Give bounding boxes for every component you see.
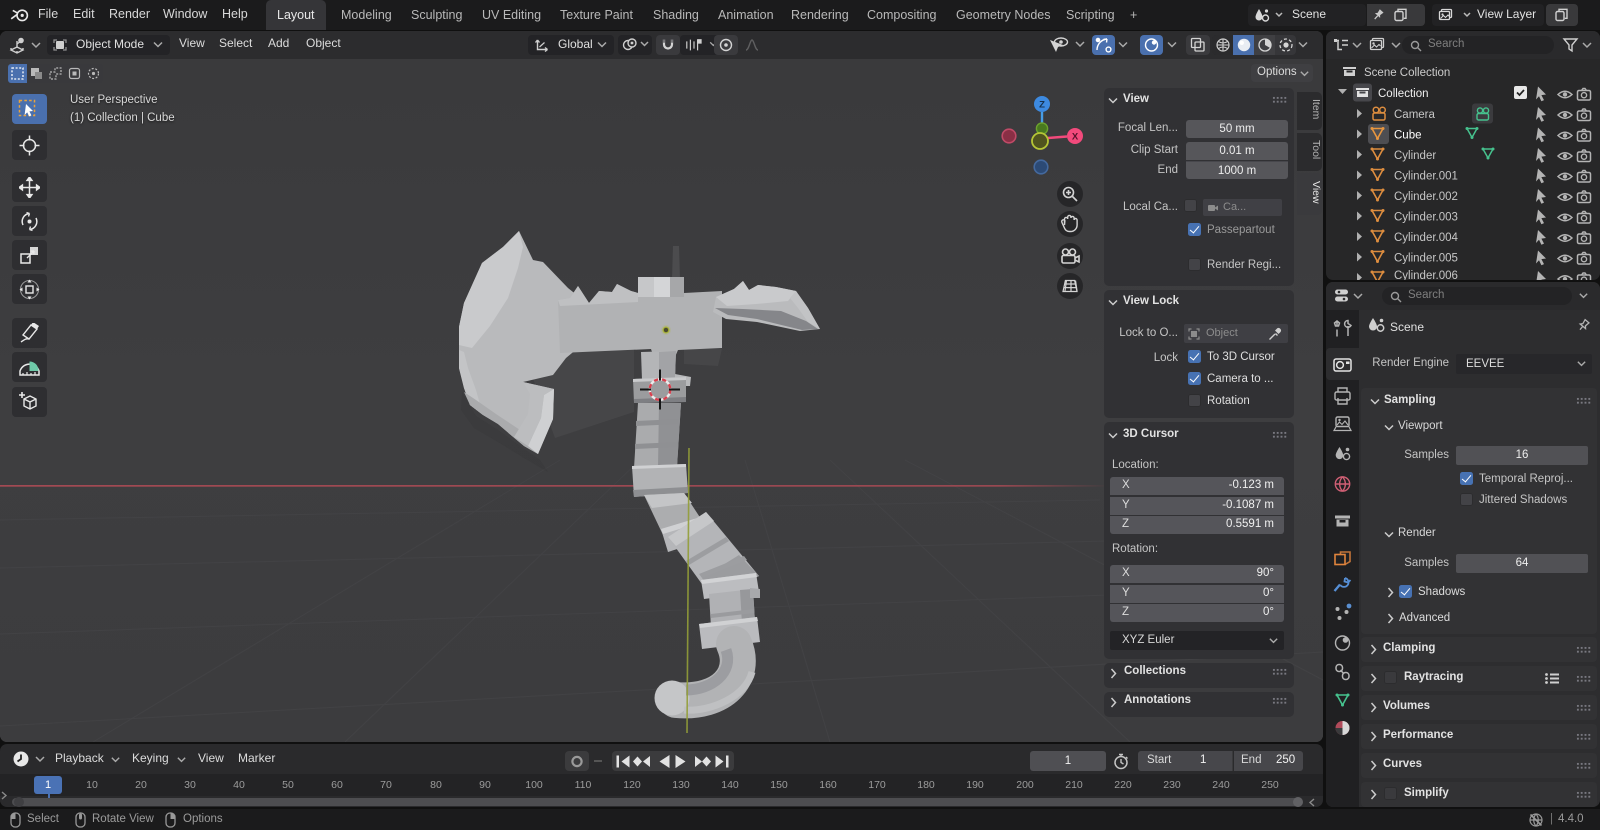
svg-text:Z: Z xyxy=(1039,100,1045,111)
svg-text:Cylinder.001: Cylinder.001 xyxy=(1394,171,1458,183)
svg-text:Cylinder.005: Cylinder.005 xyxy=(1394,253,1458,265)
svg-text:Scene Collection: Scene Collection xyxy=(1364,67,1450,79)
svg-text:Cylinder.002: Cylinder.002 xyxy=(1394,191,1458,203)
svg-text:Collection: Collection xyxy=(1378,88,1429,100)
svg-text:X: X xyxy=(1072,132,1079,143)
svg-text:Cylinder.003: Cylinder.003 xyxy=(1394,212,1458,224)
svg-text:Cylinder: Cylinder xyxy=(1394,150,1436,162)
svg-text:Cylinder.004: Cylinder.004 xyxy=(1394,232,1459,244)
svg-text:Cylinder.006: Cylinder.006 xyxy=(1394,270,1458,280)
svg-text:Camera: Camera xyxy=(1394,109,1436,121)
svg-text:Cube: Cube xyxy=(1394,130,1422,142)
